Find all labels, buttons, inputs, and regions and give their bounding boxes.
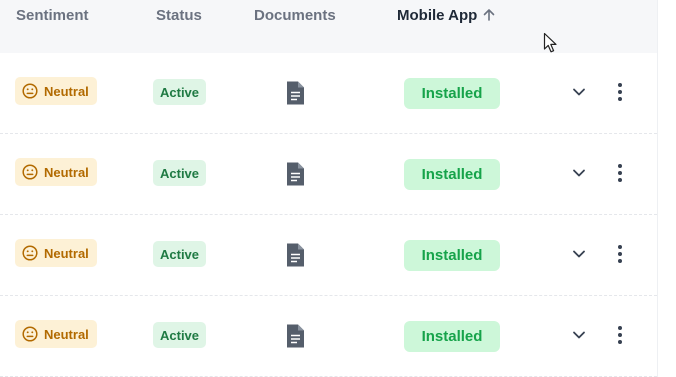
sentiment-label: Neutral [44, 326, 89, 342]
status-badge: Active [153, 241, 207, 267]
document-icon[interactable] [284, 242, 306, 268]
sentiment-badge: Neutral [15, 77, 97, 105]
sentiment-label: Neutral [44, 164, 89, 180]
mobile-app-status-badge: Installed [404, 78, 500, 109]
column-header-label: Documents [254, 7, 336, 24]
table-row: Neutral Active Installed [0, 215, 657, 296]
neutral-face-icon [22, 326, 38, 342]
mobile-app-label: Installed [421, 328, 483, 345]
mobile-app-label: Installed [421, 166, 483, 183]
neutral-face-icon [22, 83, 38, 99]
more-vertical-icon[interactable] [611, 162, 629, 184]
document-icon[interactable] [284, 161, 306, 187]
column-header-mobile-app[interactable]: Mobile App [397, 7, 496, 24]
mobile-app-label: Installed [421, 247, 483, 264]
mobile-app-status-badge: Installed [404, 321, 500, 352]
sentiment-label: Neutral [44, 245, 89, 261]
sentiment-badge: Neutral [15, 158, 97, 186]
more-vertical-icon[interactable] [611, 81, 629, 103]
status-label: Active [160, 327, 200, 343]
neutral-face-icon [22, 164, 38, 180]
status-badge: Active [153, 160, 207, 186]
chevron-down-icon[interactable] [570, 245, 588, 263]
status-badge: Active [153, 79, 207, 105]
column-header-sentiment[interactable]: Sentiment [16, 7, 89, 24]
chevron-down-icon[interactable] [570, 164, 588, 182]
chevron-down-icon[interactable] [570, 83, 588, 101]
status-label: Active [160, 84, 200, 100]
arrow-up-icon [483, 9, 495, 21]
sentiment-badge: Neutral [15, 320, 97, 348]
status-label: Active [160, 246, 200, 262]
column-header-label: Sentiment [16, 7, 89, 24]
mobile-app-status-badge: Installed [404, 240, 500, 271]
document-icon[interactable] [284, 80, 306, 106]
chevron-down-icon[interactable] [570, 326, 588, 344]
more-vertical-icon[interactable] [611, 324, 629, 346]
neutral-face-icon [22, 245, 38, 261]
status-label: Active [160, 165, 200, 181]
status-badge: Active [153, 322, 207, 348]
column-header-documents[interactable]: Documents [254, 7, 336, 24]
more-vertical-icon[interactable] [611, 243, 629, 265]
sentiment-label: Neutral [44, 83, 89, 99]
mouse-pointer-icon [543, 32, 557, 53]
table-row: Neutral Active Installed [0, 53, 657, 134]
mobile-app-label: Installed [421, 85, 483, 102]
table-row: Neutral Active Installed [0, 134, 657, 215]
sentiment-badge: Neutral [15, 239, 97, 267]
column-header-status[interactable]: Status [156, 7, 202, 24]
document-icon[interactable] [284, 323, 306, 349]
data-table: Sentiment Status Documents Mobile App Ne… [0, 0, 657, 377]
column-header-label: Mobile App [397, 7, 478, 24]
table-row: Neutral Active Installed [0, 296, 657, 377]
column-header-label: Status [156, 7, 202, 24]
scroll-gutter [657, 0, 676, 377]
mobile-app-status-badge: Installed [404, 159, 500, 190]
